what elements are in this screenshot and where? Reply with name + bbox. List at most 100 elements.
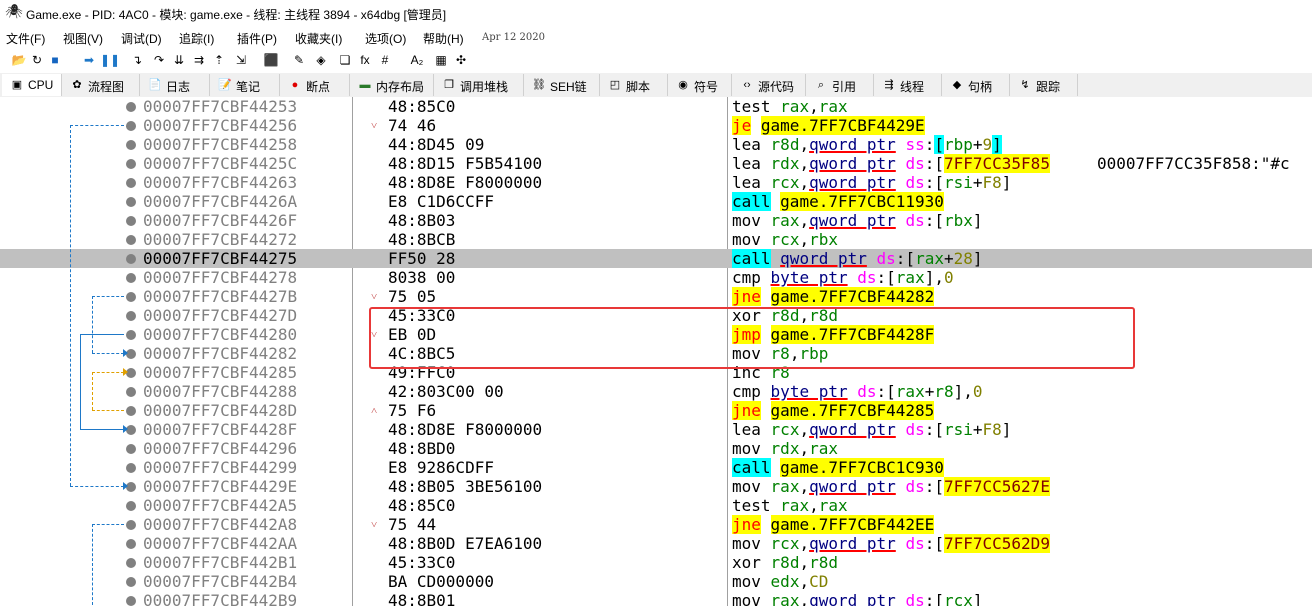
- instruction-token: [848, 268, 858, 287]
- comment-icon[interactable]: ✎: [290, 51, 308, 69]
- breakpoint-dot-icon[interactable]: [126, 159, 136, 169]
- disasm-row[interactable]: 00007FF7CBF4429E 48:8B05 3BE56100 mov rax,…: [0, 477, 1312, 496]
- address-cell: 00007FF7CBF44296: [143, 439, 298, 458]
- breakpoint-dot-icon[interactable]: [126, 273, 136, 283]
- tab-source[interactable]: ‹› 源代码: [732, 74, 806, 96]
- label-icon[interactable]: ◈: [312, 51, 330, 69]
- disasm-row[interactable]: 00007FF7CBF4428D ˄ 75 F6 jne game.7FF7CBF44…: [0, 401, 1312, 420]
- tab-symbols[interactable]: ◉ 符号: [668, 74, 732, 96]
- disasm-row[interactable]: 00007FF7CBF4428F 48:8D8E F8000000 lea rcx,…: [0, 420, 1312, 439]
- disasm-row[interactable]: 00007FF7CBF44299 E8 9286CDFF call game.7FF…: [0, 458, 1312, 477]
- breakpoint-dot-icon[interactable]: [126, 292, 136, 302]
- disasm-row[interactable]: 00007FF7CBF4427D 45:33C0 xor r8d,r8d: [0, 306, 1312, 325]
- run-to-user-code-icon[interactable]: ⇲: [232, 51, 250, 69]
- breakpoint-dot-icon[interactable]: [126, 235, 136, 245]
- disasm-row[interactable]: 00007FF7CBF44278 8038 00 cmp byte ptr ds:[…: [0, 268, 1312, 287]
- stop-icon[interactable]: ■: [46, 51, 64, 69]
- tab-references[interactable]: ⌕ 引用: [806, 74, 874, 96]
- disasm-row[interactable]: 00007FF7CBF4425C 48:8D15 F5B54100 lea rdx,…: [0, 154, 1312, 173]
- breakpoint-dot-icon[interactable]: [126, 444, 136, 454]
- tab-breakpoint[interactable]: ● 断点: [280, 74, 350, 96]
- function-icon[interactable]: fx: [356, 51, 374, 69]
- tab-seh[interactable]: ⛓ SEH链: [524, 74, 600, 96]
- breakpoint-dot-icon[interactable]: [126, 501, 136, 511]
- disasm-row[interactable]: 00007FF7CBF442B1 45:33C0 xor r8d,r8d: [0, 553, 1312, 572]
- breakpoint-dot-icon[interactable]: [126, 520, 136, 530]
- menu-debug[interactable]: 调试(D): [121, 30, 162, 47]
- run-icon[interactable]: ➡: [80, 51, 98, 69]
- breakpoint-dot-icon[interactable]: [126, 140, 136, 150]
- disasm-row[interactable]: 00007FF7CBF4427B ˅ 75 05 jne game.7FF7CBF44…: [0, 287, 1312, 306]
- breakpoint-dot-icon[interactable]: [126, 121, 136, 131]
- bookmark-icon[interactable]: ❏: [336, 51, 354, 69]
- restart-icon[interactable]: ↻: [28, 51, 46, 69]
- menu-file[interactable]: 文件(F): [6, 30, 45, 47]
- open-folder-icon[interactable]: 📂: [10, 51, 28, 69]
- settings-icon[interactable]: ✣: [452, 51, 470, 69]
- instruction-token: rax: [915, 249, 944, 268]
- disasm-row[interactable]: 00007FF7CBF44280 ˅ EB 0D jmp game.7FF7CBF44…: [0, 325, 1312, 344]
- disassembly-view[interactable]: 00007FF7CBF44253 48:85C0 test rax,rax 00007…: [0, 97, 1312, 606]
- disasm-row[interactable]: 00007FF7CBF4426A E8 C1D6CCFF call game.7FF…: [0, 192, 1312, 211]
- tab-memory-map[interactable]: ▬ 内存布局: [350, 74, 434, 96]
- patch-icon[interactable]: ⬛: [262, 51, 280, 69]
- address-cell: 00007FF7CBF4428D: [143, 401, 298, 420]
- tab-notes[interactable]: 📝 笔记: [210, 74, 280, 96]
- step-over-icon[interactable]: ↷: [150, 51, 168, 69]
- disasm-row[interactable]: 00007FF7CBF442B9 48:8B01 mov rax,qword ptr…: [0, 591, 1312, 606]
- font-icon[interactable]: A₂: [408, 51, 426, 69]
- tab-trace[interactable]: ↯ 跟踪: [1010, 74, 1078, 96]
- execute-till-return-icon[interactable]: ⇡: [210, 51, 228, 69]
- breakpoint-dot-icon[interactable]: [126, 311, 136, 321]
- disasm-row[interactable]: 00007FF7CBF44258 44:8D45 09 lea r8d,qword …: [0, 135, 1312, 154]
- breakpoint-dot-icon[interactable]: [126, 558, 136, 568]
- disasm-row[interactable]: 00007FF7CBF44288 42:803C00 00 cmp byte ptr…: [0, 382, 1312, 401]
- breakpoint-dot-icon[interactable]: [126, 254, 136, 264]
- calculator-icon[interactable]: ▦: [432, 51, 450, 69]
- tab-cpu[interactable]: ▣ CPU: [2, 74, 62, 96]
- trace-over-icon[interactable]: ⇉: [190, 51, 208, 69]
- breakpoint-dot-icon[interactable]: [126, 102, 136, 112]
- menu-trace[interactable]: 追踪(I): [179, 30, 214, 47]
- disasm-row[interactable]: 00007FF7CBF44296 48:8BD0 mov rdx,rax: [0, 439, 1312, 458]
- menu-plugins[interactable]: 插件(P): [237, 30, 277, 47]
- tab-log[interactable]: 📄 日志: [140, 74, 210, 96]
- breakpoint-dot-icon[interactable]: [126, 539, 136, 549]
- trace-into-icon[interactable]: ⇊: [170, 51, 188, 69]
- breakpoint-dot-icon[interactable]: [126, 596, 136, 606]
- tab-graph[interactable]: ✿ 流程图: [62, 74, 140, 96]
- menu-favourites[interactable]: 收藏夹(I): [295, 30, 342, 47]
- jump-up-arrow-icon: ˄: [371, 404, 378, 417]
- breakpoint-dot-icon[interactable]: [126, 330, 136, 340]
- disasm-row[interactable]: 00007FF7CBF44256 ˅ 74 46 je game.7FF7CBF442…: [0, 116, 1312, 135]
- menu-options[interactable]: 选项(O): [365, 30, 406, 47]
- tab-threads[interactable]: ⇶ 线程: [874, 74, 942, 96]
- disasm-row[interactable]: 00007FF7CBF44285 49:FFC0 inc r8: [0, 363, 1312, 382]
- step-into-icon[interactable]: ↴: [128, 51, 146, 69]
- tab-handles[interactable]: ◆ 句柄: [942, 74, 1010, 96]
- disasm-row[interactable]: 00007FF7CBF44263 48:8D8E F8000000 lea rcx,…: [0, 173, 1312, 192]
- breakpoint-dot-icon[interactable]: [126, 406, 136, 416]
- breakpoint-dot-icon[interactable]: [126, 216, 136, 226]
- hash-icon[interactable]: #: [376, 51, 394, 69]
- disasm-row[interactable]: 00007FF7CBF44253 48:85C0 test rax,rax: [0, 97, 1312, 116]
- disasm-row[interactable]: 00007FF7CBF442A8 ˅ 75 44 jne game.7FF7CBF44…: [0, 515, 1312, 534]
- instruction-token: [761, 382, 771, 401]
- pause-icon[interactable]: ❚❚: [100, 51, 120, 69]
- disasm-row[interactable]: 00007FF7CBF442B4 BA CD000000 mov edx,CD: [0, 572, 1312, 591]
- tab-call-stack[interactable]: ❐ 调用堆栈: [434, 74, 524, 96]
- tab-script[interactable]: ◰ 脚本: [600, 74, 668, 96]
- breakpoint-dot-icon[interactable]: [126, 197, 136, 207]
- breakpoint-dot-icon[interactable]: [126, 178, 136, 188]
- disasm-row[interactable]: 00007FF7CBF44275 FF50 28 call qword ptr ds…: [0, 249, 1312, 268]
- menu-view[interactable]: 视图(V): [63, 30, 103, 47]
- disasm-row[interactable]: 00007FF7CBF44272 48:8BCB mov rcx,rbx: [0, 230, 1312, 249]
- breakpoint-dot-icon[interactable]: [126, 387, 136, 397]
- breakpoint-dot-icon[interactable]: [126, 463, 136, 473]
- disasm-row[interactable]: 00007FF7CBF4426F 48:8B03 mov rax,qword ptr…: [0, 211, 1312, 230]
- disasm-row[interactable]: 00007FF7CBF442A5 48:85C0 test rax,rax: [0, 496, 1312, 515]
- menu-help[interactable]: 帮助(H): [423, 30, 464, 47]
- disasm-row[interactable]: 00007FF7CBF44282 4C:8BC5 mov r8,rbp: [0, 344, 1312, 363]
- disasm-row[interactable]: 00007FF7CBF442AA 48:8B0D E7EA6100 mov rcx,…: [0, 534, 1312, 553]
- breakpoint-dot-icon[interactable]: [126, 577, 136, 587]
